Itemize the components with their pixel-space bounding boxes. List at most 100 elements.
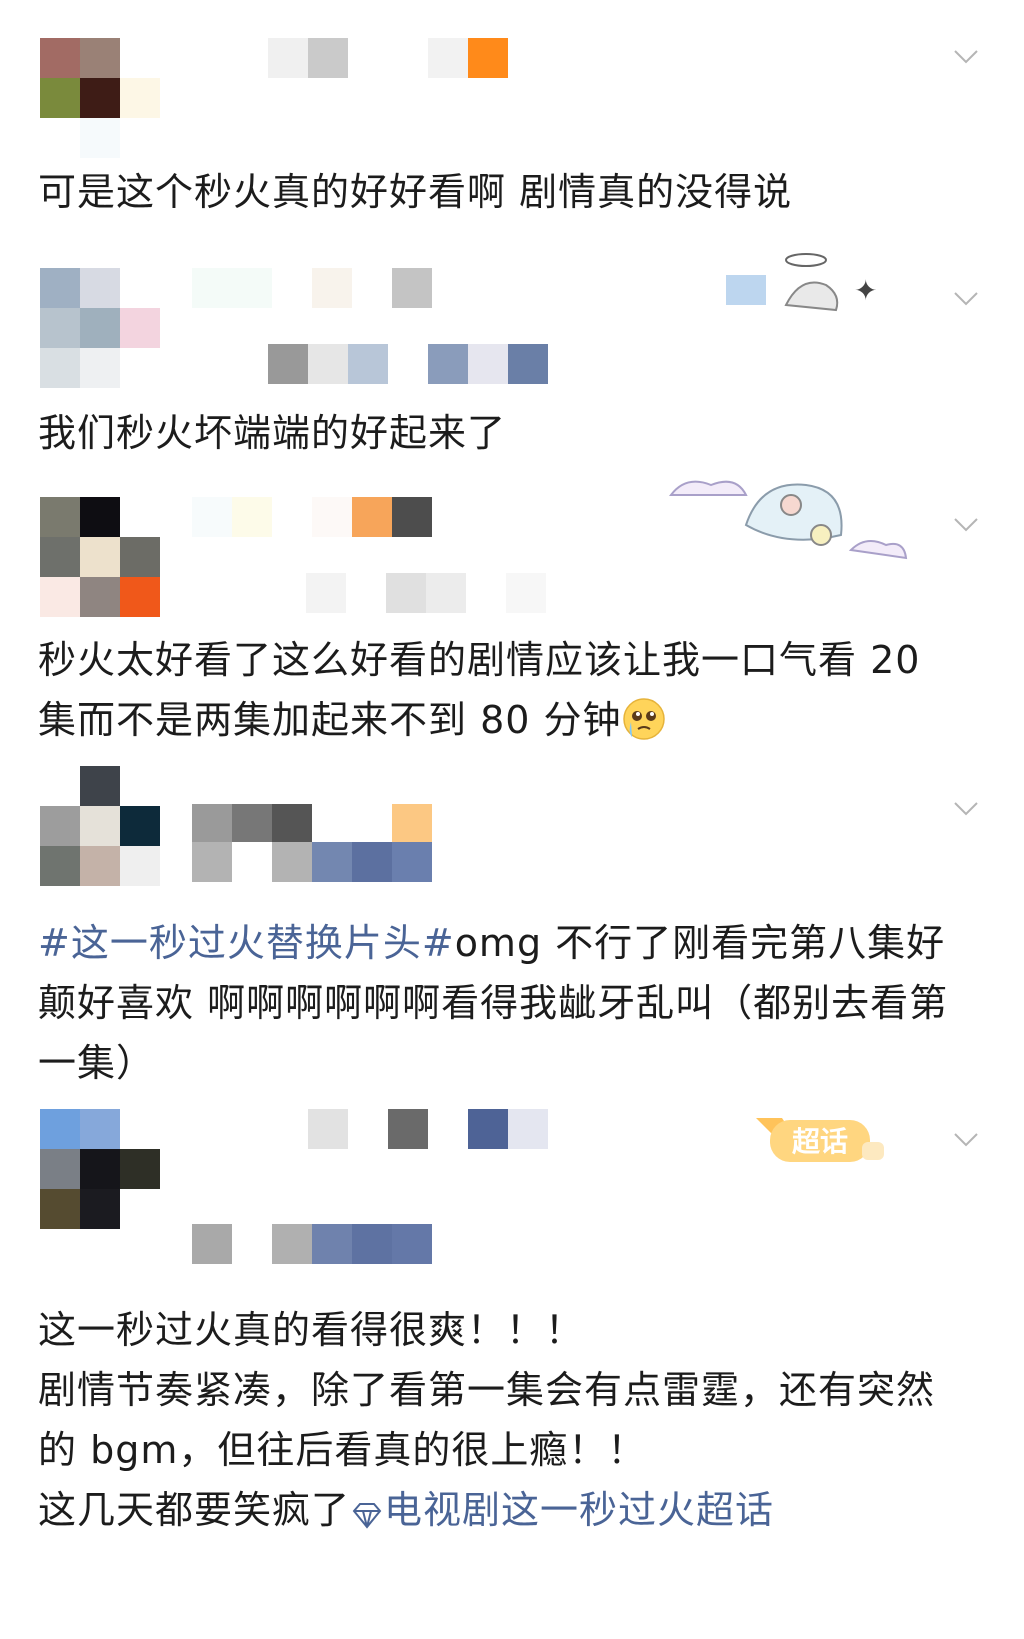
avatar-pixel xyxy=(120,1189,160,1229)
mosaic-pixel xyxy=(392,1224,432,1264)
comment-line-3: 这几天都要笑疯了 电视剧这一秒过火超话 xyxy=(38,1480,968,1548)
mosaic-pixel xyxy=(508,344,548,384)
mosaic-pixel xyxy=(232,268,272,308)
comment-text: 秒火太好看了这么好看的剧情应该让我一口气看 20 集而不是两集加起来不到 80 … xyxy=(38,630,968,758)
mosaic-pixel xyxy=(306,573,346,613)
avatar-pixel xyxy=(40,577,80,617)
mosaic-pixel xyxy=(388,1109,428,1149)
mosaic-pixel xyxy=(428,344,468,384)
avatar-pixel xyxy=(80,268,120,308)
mosaic-pixel xyxy=(192,804,232,844)
avatar-pixel xyxy=(120,806,160,846)
mosaic-pixel xyxy=(272,842,312,882)
chevron-down-icon[interactable] xyxy=(952,42,980,70)
avatar-pixel xyxy=(40,78,80,118)
avatar-pixel xyxy=(80,766,120,806)
mosaic-pixel xyxy=(352,268,392,308)
avatar-pixel xyxy=(80,846,120,886)
avatar-pixel xyxy=(80,348,120,388)
avatar-pixel xyxy=(40,38,80,78)
avatar-pixel xyxy=(40,1149,80,1189)
mosaic-pixel xyxy=(466,573,506,613)
username-mosaic[interactable] xyxy=(192,268,432,308)
comment-text: 我们秒火坏端端的好起来了 xyxy=(38,411,507,455)
mosaic-pixel xyxy=(468,344,508,384)
mosaic-pixel xyxy=(468,38,508,78)
mosaic-pixel xyxy=(426,573,466,613)
chevron-down-icon[interactable] xyxy=(952,1125,980,1153)
avatar[interactable] xyxy=(40,38,160,158)
mosaic-pixel xyxy=(308,1109,348,1149)
badge-mosaic xyxy=(192,1224,432,1264)
mosaic-pixel xyxy=(392,268,432,308)
mosaic-pixel xyxy=(392,842,432,882)
avatar[interactable] xyxy=(40,268,160,388)
mosaic-pixel xyxy=(352,842,392,882)
username-mosaic[interactable] xyxy=(192,497,432,537)
avatar-pixel xyxy=(80,1109,120,1149)
username-mosaic[interactable] xyxy=(192,804,432,844)
avatar-pixel xyxy=(80,577,120,617)
avatar[interactable] xyxy=(40,1109,160,1229)
avatar-pixel xyxy=(120,38,160,78)
supertopic-link-label[interactable]: 电视剧这一秒过火超话 xyxy=(384,1488,774,1532)
avatar-pixel xyxy=(80,806,120,846)
avatar-pixel xyxy=(120,537,160,577)
avatar[interactable] xyxy=(40,766,160,886)
avatar-pixel xyxy=(40,846,80,886)
mosaic-pixel xyxy=(346,573,386,613)
mosaic-pixel xyxy=(272,1224,312,1264)
avatar-pixel xyxy=(120,118,160,158)
avatar-pixel xyxy=(40,1109,80,1149)
mosaic-pixel xyxy=(348,1109,388,1149)
mosaic-pixel xyxy=(268,1109,308,1149)
diamond-icon xyxy=(350,1488,384,1548)
chevron-down-icon[interactable] xyxy=(952,510,980,538)
mosaic-pixel xyxy=(268,38,308,78)
supertopic-link[interactable]: 电视剧这一秒过火超话 xyxy=(350,1488,774,1532)
mosaic-pixel xyxy=(232,1224,272,1264)
comment-line-3-text: 这几天都要笑疯了 xyxy=(38,1488,351,1532)
mosaic-pixel xyxy=(428,38,468,78)
avatar-pixel xyxy=(80,1189,120,1229)
mosaic-pixel xyxy=(312,497,352,537)
avatar-pixel xyxy=(120,1109,160,1149)
chevron-down-icon[interactable] xyxy=(952,284,980,312)
avatar-pixel xyxy=(80,38,120,78)
username-mosaic[interactable] xyxy=(268,38,508,78)
mosaic-pixel xyxy=(386,573,426,613)
chevron-down-icon[interactable] xyxy=(952,794,980,822)
mosaic-pixel xyxy=(352,1224,392,1264)
avatar-pixel xyxy=(120,766,160,806)
avatar-pixel xyxy=(120,78,160,118)
avatar-pixel xyxy=(40,497,80,537)
avatar-pixel xyxy=(40,118,80,158)
mosaic-pixel xyxy=(312,804,352,844)
mosaic-pixel xyxy=(232,497,272,537)
username-mosaic[interactable] xyxy=(268,1109,548,1149)
mosaic-pixel xyxy=(192,1224,232,1264)
mosaic-pixel xyxy=(348,38,388,78)
avatar-pixel xyxy=(80,537,120,577)
mosaic-pixel xyxy=(272,497,312,537)
mosaic-pixel xyxy=(508,1109,548,1149)
avatar-pixel xyxy=(80,308,120,348)
mosaic-pixel xyxy=(392,804,432,844)
topic-link[interactable]: #这一秒过火替换片头# xyxy=(38,921,455,965)
mosaic-pixel xyxy=(352,497,392,537)
mosaic-pixel xyxy=(308,38,348,78)
avatar[interactable] xyxy=(40,497,160,617)
mosaic-pixel xyxy=(506,573,546,613)
comment-text-content: 秒火太好看了这么好看的剧情应该让我一口气看 20 集而不是两集加起来不到 80 … xyxy=(38,638,934,742)
comment-text: #这一秒过火替换片头#omg 不行了刚看完第八集好颠好喜欢 啊啊啊啊啊啊看得我龇… xyxy=(38,913,968,1093)
svg-text:✦: ✦ xyxy=(854,274,877,307)
mosaic-pixel xyxy=(388,38,428,78)
avatar-pixel xyxy=(40,268,80,308)
mosaic-pixel xyxy=(272,804,312,844)
comment-1: 可是这个秒火真的好好看啊 剧情真的没得说 xyxy=(0,0,1024,230)
comment-line-2: 剧情节奏紧凑，除了看第一集会有点雷霆，还有突然的 bgm，但往后看真的很上瘾！！ xyxy=(38,1368,936,1472)
avatar-pixel xyxy=(40,1189,80,1229)
avatar-pixel xyxy=(40,308,80,348)
mosaic-pixel xyxy=(192,842,232,882)
avatar-pixel xyxy=(120,577,160,617)
